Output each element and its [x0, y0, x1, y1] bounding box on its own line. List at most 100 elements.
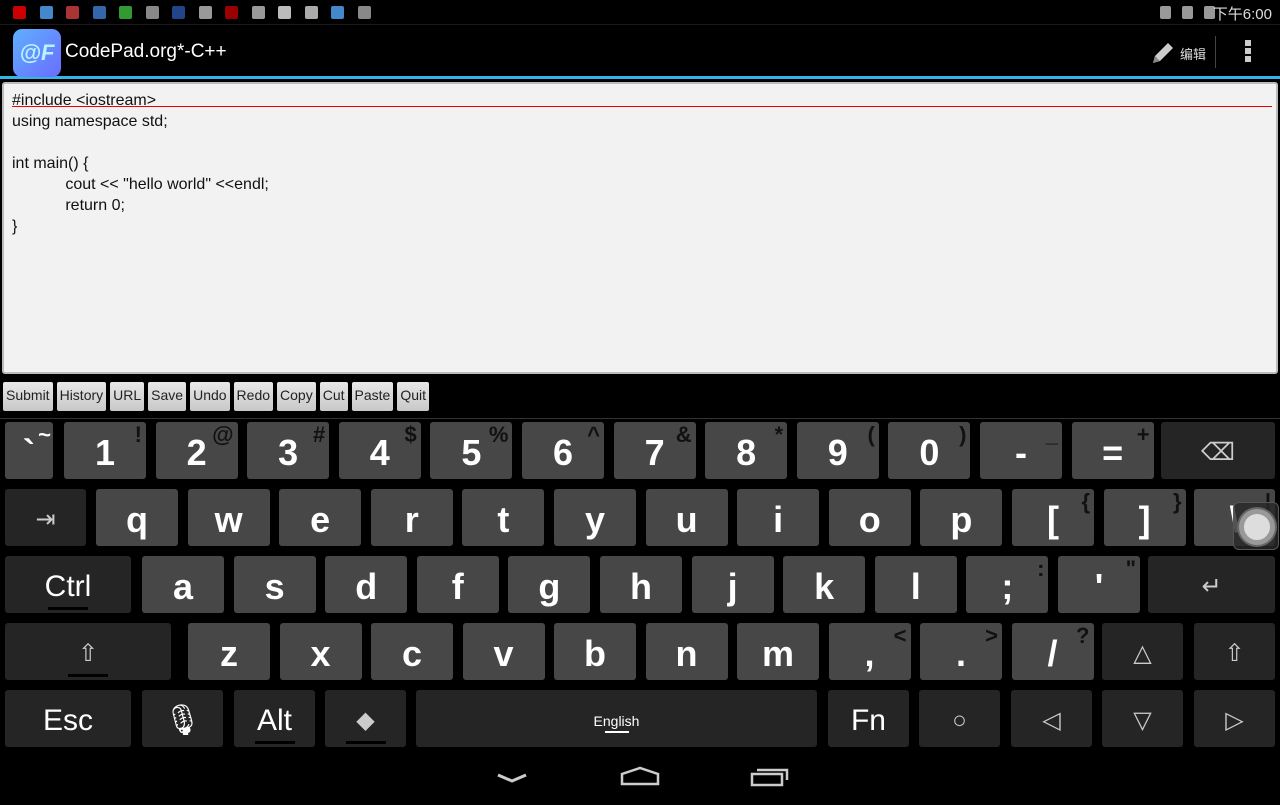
key-=[interactable]: = +	[1071, 422, 1154, 479]
key-backspace[interactable]: ⌫	[1161, 422, 1275, 479]
key-b[interactable]: b	[554, 623, 636, 680]
code-editor[interactable]: #include <iostream> using namespace std; i…	[2, 82, 1278, 374]
key-left-arrow[interactable]: ◁	[1011, 690, 1092, 747]
key-`[interactable]: ` ~	[5, 422, 53, 479]
key-q[interactable]: q	[96, 489, 178, 546]
key-[[interactable]: [{	[1012, 489, 1094, 546]
overflow-menu-icon[interactable]	[1238, 40, 1258, 66]
key-v[interactable]: v	[462, 623, 545, 680]
key-l[interactable]: l	[874, 556, 957, 613]
key-1[interactable]: 1!	[64, 422, 146, 479]
edit-button[interactable]: 编辑	[1150, 38, 1206, 68]
key-9[interactable]: 9(	[796, 422, 879, 479]
key-j[interactable]: j	[691, 556, 774, 613]
recents-icon[interactable]	[750, 768, 789, 787]
key-;[interactable]: ;:	[966, 556, 1049, 613]
key-y[interactable]: y	[554, 489, 636, 546]
key-tab[interactable]: ⇥	[5, 489, 86, 546]
key-shift-label: &	[675, 422, 692, 447]
key-down-arrow[interactable]: ▽	[1102, 690, 1183, 747]
key-w[interactable]: w	[187, 489, 270, 546]
key-h[interactable]: h	[600, 556, 682, 613]
key-space[interactable]: English	[416, 690, 817, 747]
key-4[interactable]: 4 $	[338, 422, 421, 479]
key-z[interactable]: z	[188, 623, 270, 680]
key-t[interactable]: t	[462, 489, 545, 546]
key-label: w	[214, 498, 243, 540]
key-ctrl[interactable]: Ctrl	[5, 556, 131, 613]
wifi-icon	[1182, 6, 1193, 19]
key-6[interactable]: 6 ^	[522, 422, 604, 479]
key-p[interactable]: p	[920, 489, 1003, 546]
home-icon[interactable]	[620, 766, 660, 786]
key-u[interactable]: u	[645, 489, 728, 546]
key-m[interactable]: m	[737, 623, 819, 680]
key-r[interactable]: r	[370, 489, 453, 546]
key-'[interactable]: ' "	[1058, 556, 1140, 613]
url-button[interactable]: URL	[110, 382, 145, 411]
key-s[interactable]: s	[233, 556, 316, 613]
save-button[interactable]: Save	[148, 382, 187, 411]
key-shift-label: :	[1037, 556, 1045, 581]
key-f[interactable]: f	[416, 556, 499, 613]
quit-button[interactable]: Quit	[397, 382, 429, 411]
key-2[interactable]: 2 @	[155, 422, 238, 479]
app-icon	[172, 6, 185, 19]
history-button[interactable]: History	[56, 382, 107, 411]
key-5[interactable]: 5%	[430, 422, 513, 479]
key-.[interactable]: . >	[920, 623, 1002, 680]
key-i[interactable]: i	[737, 489, 820, 546]
key-7[interactable]: 7 &	[613, 422, 696, 479]
key-label: z	[220, 632, 238, 674]
key-0[interactable]: 0)	[888, 422, 971, 479]
key-shift-right[interactable]: ⇧	[1194, 623, 1275, 680]
key-label: ▽	[1133, 707, 1152, 734]
key-g[interactable]: g	[508, 556, 591, 613]
key-e[interactable]: e	[279, 489, 362, 546]
undo-button[interactable]: Undo	[190, 382, 230, 411]
key--[interactable]: - _	[980, 422, 1062, 479]
paste-button[interactable]: Paste	[351, 382, 394, 411]
key-shift-label: !	[134, 422, 142, 447]
back-icon[interactable]	[497, 773, 527, 783]
key-][interactable]: ]}	[1103, 489, 1186, 546]
key-esc[interactable]: Esc	[5, 690, 131, 747]
key-fn[interactable]: Fn	[828, 690, 909, 747]
key-/[interactable]: /?	[1011, 623, 1094, 680]
key-n[interactable]: n	[645, 623, 728, 680]
key-c[interactable]: c	[371, 623, 453, 680]
key-d[interactable]: d	[325, 556, 408, 613]
key-up-arrow[interactable]: △	[1102, 623, 1183, 680]
key-label: s	[264, 565, 285, 607]
key-alt[interactable]: Alt	[234, 690, 315, 747]
copy-button[interactable]: Copy	[277, 382, 316, 411]
key-label: ↵	[1201, 573, 1222, 600]
key-right-arrow[interactable]: ▷	[1194, 690, 1275, 747]
key-o[interactable]: o	[828, 489, 911, 546]
key-x[interactable]: x	[279, 623, 362, 680]
redo-button[interactable]: Redo	[233, 382, 274, 411]
key-a[interactable]: a	[142, 556, 224, 613]
code-line: return 0;	[12, 197, 125, 214]
key-home-circle[interactable]: ○	[919, 690, 1000, 747]
key-k[interactable]: k	[783, 556, 866, 613]
key-label: 3	[278, 431, 299, 473]
key-label: ⇧	[77, 640, 99, 667]
key-label: Fn	[850, 703, 886, 737]
floating-assistive-button[interactable]	[1233, 502, 1279, 550]
app-logo[interactable]: @F	[13, 29, 61, 77]
key-label: Esc	[42, 703, 93, 737]
key-8[interactable]: 8 *	[705, 422, 788, 479]
key-,[interactable]: , <	[828, 623, 911, 680]
key-label: j	[727, 565, 738, 607]
key-shift[interactable]: ⇧	[5, 623, 171, 680]
key-3[interactable]: 3 #	[247, 422, 330, 479]
key-meta[interactable]: ◆	[325, 690, 406, 747]
cut-button[interactable]: Cut	[319, 382, 348, 411]
submit-button[interactable]: Submit	[3, 382, 53, 411]
circle-icon	[145, 6, 159, 19]
key-enter[interactable]: ↵	[1148, 556, 1275, 613]
key-microphone[interactable]: 🎙	[142, 690, 223, 747]
key-label: 8	[736, 431, 757, 473]
key-indicator	[254, 741, 295, 744]
